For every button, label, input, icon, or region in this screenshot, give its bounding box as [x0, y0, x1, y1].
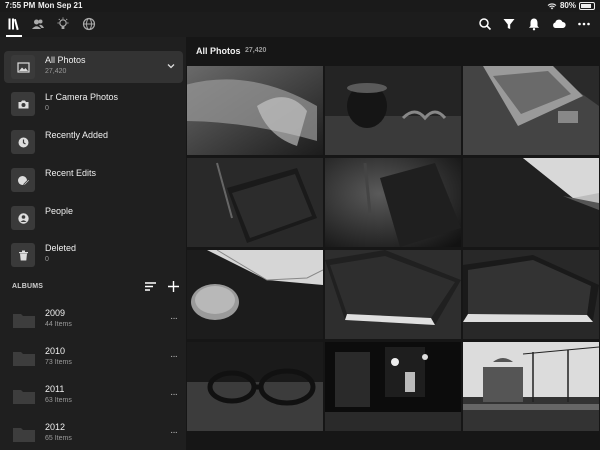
sidebar-item-all-photos[interactable]: All Photos 27,420	[4, 51, 183, 83]
top-toolbar	[0, 12, 600, 37]
sidebar-item-label: Lr Camera Photos	[45, 92, 119, 102]
album-2011[interactable]: 2011 63 Items ···	[4, 380, 183, 412]
sidebar-item-label: People	[45, 206, 74, 216]
album-more-icon[interactable]: ···	[170, 389, 178, 400]
notifications-bell-icon[interactable]	[525, 15, 543, 33]
sidebar-item-people[interactable]: People	[4, 202, 183, 234]
sidebar-item-recently-added[interactable]: Recently Added	[4, 126, 183, 158]
status-date: Mon Sep 21	[38, 1, 83, 10]
community-globe-icon[interactable]	[80, 15, 98, 33]
album-count: 73 Items	[45, 359, 72, 366]
album-label: 2011	[45, 384, 65, 394]
photo-count: 27,420	[245, 47, 267, 54]
person-icon	[11, 206, 35, 230]
sidebar-item-label: All Photos	[45, 55, 86, 65]
sidebar-item-count: 0	[45, 105, 49, 112]
clock-icon	[11, 130, 35, 154]
photo-thumbnail[interactable]	[463, 250, 599, 339]
photo-thumbnail[interactable]	[325, 158, 461, 247]
learn-bulb-icon[interactable]	[54, 15, 72, 33]
album-2009[interactable]: 2009 44 Items ···	[4, 304, 183, 336]
photo-thumbnail[interactable]	[187, 250, 323, 339]
album-count: 65 Items	[45, 435, 72, 442]
sidebar-item-recent-edits[interactable]: Recent Edits	[4, 164, 183, 196]
album-more-icon[interactable]: ···	[170, 351, 178, 362]
people-icon[interactable]	[29, 15, 47, 33]
sidebar-item-lr-camera-photos[interactable]: Lr Camera Photos 0	[4, 88, 183, 120]
edit-icon	[11, 168, 35, 192]
photo-thumbnail[interactable]	[325, 342, 461, 431]
chevron-down-icon[interactable]	[166, 61, 176, 71]
sidebar: All Photos 27,420 Lr Camera Photos 0 Rec…	[0, 37, 186, 450]
add-album-icon[interactable]	[167, 280, 180, 293]
sidebar-item-label: Recently Added	[45, 130, 109, 140]
battery-icon	[579, 1, 595, 10]
album-2012[interactable]: 2012 65 Items ···	[4, 418, 183, 450]
album-label: 2012	[45, 422, 66, 432]
sidebar-item-count: 27,420	[45, 68, 67, 75]
album-label: 2009	[45, 308, 66, 318]
wifi-icon	[547, 2, 557, 9]
sidebar-item-deleted[interactable]: Deleted 0	[4, 239, 183, 271]
battery-fill	[581, 3, 591, 8]
battery-percent: 80%	[559, 1, 576, 10]
sidebar-item-label: Recent Edits	[45, 168, 97, 178]
photo-thumbnail[interactable]	[463, 66, 599, 155]
folder-icon	[13, 428, 35, 442]
sort-icon[interactable]	[144, 280, 157, 293]
cloud-icon[interactable]	[550, 15, 568, 33]
trash-icon	[11, 243, 35, 267]
folder-icon	[13, 314, 35, 328]
sidebar-item-label: Deleted	[45, 243, 77, 253]
filter-icon[interactable]	[500, 15, 518, 33]
album-count: 44 Items	[45, 321, 72, 328]
page-title: All Photos	[196, 46, 241, 56]
photo-thumbnail[interactable]	[187, 342, 323, 431]
library-icon[interactable]	[5, 15, 23, 33]
photo-thumbnail[interactable]	[325, 250, 461, 339]
more-icon[interactable]	[575, 15, 593, 33]
album-2010[interactable]: 2010 73 Items ···	[4, 342, 183, 374]
sidebar-item-count: 0	[45, 256, 49, 263]
folder-icon	[13, 390, 35, 404]
status-right: 80%	[547, 1, 595, 10]
albums-header: ALBUMS	[12, 283, 44, 290]
album-more-icon[interactable]: ···	[170, 427, 178, 438]
photo-thumbnail[interactable]	[463, 158, 599, 247]
photo-thumbnail[interactable]	[187, 158, 323, 247]
album-count: 63 Items	[45, 397, 72, 404]
status-bar: 7:55 PM Mon Sep 21 80%	[0, 0, 600, 12]
photo-thumbnail[interactable]	[463, 342, 599, 431]
status-time: 7:55 PM	[5, 1, 36, 10]
main-content: All Photos 27,420	[186, 37, 600, 450]
photo-thumbnail[interactable]	[187, 66, 323, 155]
camera-icon	[11, 92, 35, 116]
search-icon[interactable]	[476, 15, 494, 33]
album-more-icon[interactable]: ···	[170, 313, 178, 324]
folder-icon	[13, 352, 35, 366]
album-label: 2010	[45, 346, 66, 356]
photo-icon	[11, 55, 35, 79]
photo-thumbnail[interactable]	[325, 66, 461, 155]
